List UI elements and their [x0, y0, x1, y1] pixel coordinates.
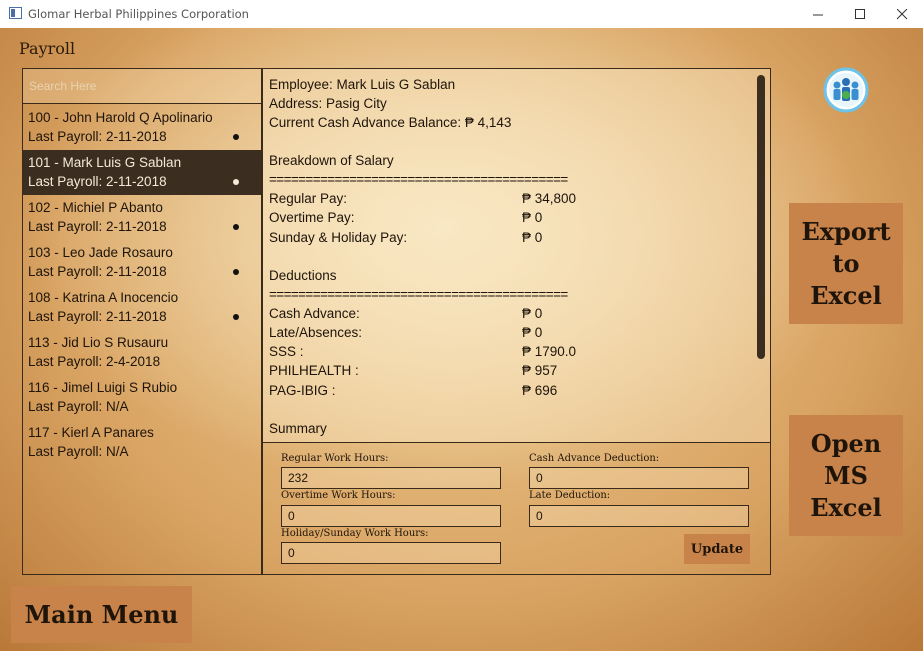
late-deduction-label: Late Deduction: — [529, 490, 611, 501]
last-payroll: Last Payroll: 2-11-2018 — [28, 174, 167, 189]
employee-item-selected[interactable]: 101 - Mark Luis G Sablan Last Payroll: 2… — [23, 150, 261, 195]
open-label-line2: MS — [824, 460, 868, 490]
open-ms-excel-button[interactable]: Open MS Excel — [789, 415, 903, 536]
search-box — [23, 69, 261, 104]
status-dot — [233, 269, 239, 275]
employee-item[interactable]: 102 - Michiel P Abanto Last Payroll: 2-1… — [23, 195, 261, 240]
last-payroll: Last Payroll: N/A — [28, 444, 129, 459]
title-bar: Glomar Herbal Philippines Corporation — [0, 0, 923, 28]
pagibig-label: PAG-IBIG : — [269, 383, 336, 398]
close-button[interactable] — [881, 0, 923, 28]
holiday-pay-value: ₱ 0 — [522, 230, 543, 245]
cash-advance-value: ₱ 0 — [522, 306, 543, 321]
employee-item[interactable]: 113 - Jid Lio S Rusauru Last Payroll: 2-… — [23, 330, 261, 375]
employee-item[interactable]: 116 - Jimel Luigi S Rubio Last Payroll: … — [23, 375, 261, 420]
cash-deduction-label: Cash Advance Deduction: — [529, 453, 660, 464]
employee-name: 117 - Kierl A Panares — [28, 425, 154, 440]
status-dot — [233, 134, 239, 140]
update-button[interactable]: Update — [684, 534, 750, 564]
employee-name: 108 - Katrina A Inocencio — [28, 290, 179, 305]
separator: ========================================… — [269, 172, 568, 187]
holiday-pay-label: Sunday & Holiday Pay: — [269, 230, 408, 245]
employee-name: 116 - Jimel Luigi S Rubio — [28, 380, 178, 395]
minimize-button[interactable] — [797, 0, 839, 28]
people-group-icon — [823, 67, 869, 113]
export-label-line3: Excel — [810, 280, 882, 310]
details-scrollbar[interactable] — [757, 75, 765, 359]
holiday-hours-input[interactable]: 0 — [281, 542, 501, 564]
employee-name: 113 - Jid Lio S Rusauru — [28, 335, 169, 350]
philhealth-label: PHILHEALTH : — [269, 363, 359, 378]
overtime-pay-label: Overtime Pay: — [269, 210, 355, 225]
deductions-heading: Deductions — [269, 268, 337, 283]
regular-hours-label: Regular Work Hours: — [281, 453, 389, 464]
app-window-icon — [9, 7, 22, 19]
cash-balance-label: Current Cash Advance Balance: ₱ 4,143 — [269, 115, 512, 130]
last-payroll: Last Payroll: 2-11-2018 — [28, 129, 167, 144]
late-absences-value: ₱ 0 — [522, 325, 543, 340]
payroll-detail-panel: Employee: Mark Luis G Sablan Address: Pa… — [262, 68, 771, 575]
search-input[interactable] — [23, 69, 261, 103]
pagibig-value: ₱ 696 — [522, 383, 558, 398]
address-label: Address: Pasig City — [269, 96, 387, 111]
regular-pay-value: ₱ 34,800 — [522, 191, 577, 206]
maximize-icon — [854, 8, 865, 19]
main-menu-button[interactable]: Main Menu — [11, 586, 192, 643]
window-title: Glomar Herbal Philippines Corporation — [28, 7, 249, 21]
employee-name: 101 - Mark Luis G Sablan — [28, 155, 182, 170]
philhealth-value: ₱ 957 — [522, 363, 558, 378]
app-canvas: Payroll 100 - John Harold Q Apolinario L… — [0, 28, 923, 651]
employee-item[interactable]: 117 - Kierl A Panares Last Payroll: N/A — [23, 420, 261, 465]
export-to-excel-button[interactable]: Export to Excel — [789, 203, 903, 324]
status-dot — [233, 224, 239, 230]
overtime-hours-label: Overtime Work Hours: — [281, 490, 396, 501]
export-label-line2: to — [832, 248, 860, 278]
cash-advance-label: Cash Advance: — [269, 306, 360, 321]
salary-details: Employee: Mark Luis G Sablan Address: Pa… — [263, 69, 770, 443]
overtime-hours-input[interactable]: 0 — [281, 505, 501, 527]
overtime-pay-value: ₱ 0 — [522, 210, 543, 225]
status-dot — [233, 314, 239, 320]
open-label-line1: Open — [810, 428, 882, 458]
late-absences-label: Late/Absences: — [269, 325, 363, 340]
employee-list: 100 - John Harold Q Apolinario Last Payr… — [23, 105, 261, 465]
open-label-line3: Excel — [810, 492, 882, 522]
salary-heading: Breakdown of Salary — [269, 153, 394, 168]
employee-name: 102 - Michiel P Abanto — [28, 200, 163, 215]
regular-pay-label: Regular Pay: — [269, 191, 348, 206]
sss-value: ₱ 1790.0 — [522, 344, 577, 359]
employee-item[interactable]: 103 - Leo Jade Rosauro Last Payroll: 2-1… — [23, 240, 261, 285]
page-title: Payroll — [19, 39, 76, 58]
late-deduction-input[interactable]: 0 — [529, 505, 749, 527]
close-icon — [896, 8, 907, 19]
employee-item[interactable]: 100 - John Harold Q Apolinario Last Payr… — [23, 105, 261, 150]
employee-name: 103 - Leo Jade Rosauro — [28, 245, 173, 260]
employee-panel: 100 - John Harold Q Apolinario Last Payr… — [22, 68, 262, 575]
employee-name: 100 - John Harold Q Apolinario — [28, 110, 213, 125]
employee-label: Employee: Mark Luis G Sablan — [269, 77, 456, 92]
last-payroll: Last Payroll: 2-4-2018 — [28, 354, 161, 369]
last-payroll: Last Payroll: 2-11-2018 — [28, 264, 167, 279]
last-payroll: Last Payroll: 2-11-2018 — [28, 219, 167, 234]
last-payroll: Last Payroll: 2-11-2018 — [28, 309, 167, 324]
last-payroll: Last Payroll: N/A — [28, 399, 129, 414]
regular-hours-input[interactable]: 232 — [281, 467, 501, 489]
separator: ========================================… — [269, 287, 568, 302]
minimize-icon — [812, 14, 823, 15]
employee-item[interactable]: 108 - Katrina A Inocencio Last Payroll: … — [23, 285, 261, 330]
export-label-line1: Export — [801, 216, 891, 246]
summary-heading: Summary — [269, 421, 327, 436]
cash-deduction-input[interactable]: 0 — [529, 467, 749, 489]
holiday-hours-label: Holiday/Sunday Work Hours: — [281, 528, 429, 539]
sss-label: SSS : — [269, 344, 304, 359]
status-dot — [233, 179, 239, 185]
maximize-button[interactable] — [839, 0, 881, 28]
